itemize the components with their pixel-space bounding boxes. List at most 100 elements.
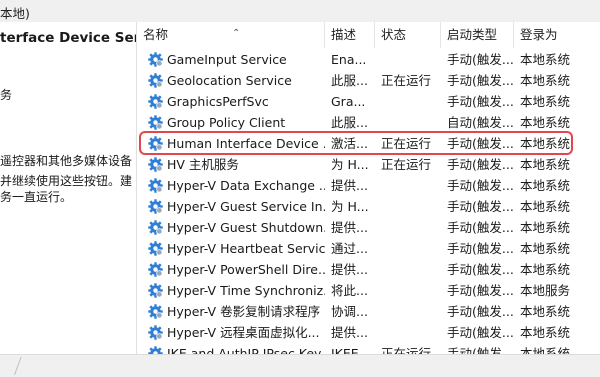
service-startup-type-text: 手动(触发... xyxy=(447,73,514,88)
service-startup-type-text: 手动(触发... xyxy=(447,199,514,214)
service-logon-as: 本地系统 xyxy=(514,343,600,354)
column-header-status[interactable]: 状态 xyxy=(375,22,441,48)
service-status xyxy=(375,280,441,301)
service-row[interactable]: Hyper-V Guest Shutdown... 提供... 手动(触发... 本地… xyxy=(137,217,600,238)
service-name-text: HV 主机服务 xyxy=(167,157,239,172)
service-row[interactable]: GraphicsPerfSvc Gra... 手动(触发... 本地系统 xyxy=(137,91,600,112)
service-logon-as: 本地系统 xyxy=(514,91,600,112)
service-row[interactable]: Group Policy Client 此服... 自动(触发... 本地系统 xyxy=(137,112,600,133)
gear-icon xyxy=(148,346,163,354)
service-logon-as: 本地系统 xyxy=(514,49,600,70)
service-name-text: Hyper-V Guest Service In... xyxy=(167,199,325,214)
service-row[interactable]: Hyper-V Data Exchange ... 提供... 手动(触发... 本地… xyxy=(137,175,600,196)
service-logon-as: 本地系统 xyxy=(514,322,600,343)
service-logon-as: 本地服务 xyxy=(514,280,600,301)
service-startup-type-text: 手动(触发... xyxy=(447,52,514,67)
service-logon-as-text: 本地系统 xyxy=(520,241,571,256)
service-startup-type-text: 手动(触发... xyxy=(447,94,514,109)
service-detail-panel: terface Device Service 务 遥控器和其他多媒体设备 并继续… xyxy=(0,22,171,354)
service-name-text: IKE and AuthIP IPsec Key... xyxy=(167,346,325,354)
service-startup-type-text: 手动(触发... xyxy=(447,325,514,340)
column-header-startup-type-label: 启动类型 xyxy=(447,27,498,42)
column-header-startup-type[interactable]: 启动类型 xyxy=(441,22,514,48)
service-row[interactable]: GameInput Service Ena... 手动(触发... 本地系统 xyxy=(137,49,600,70)
service-row[interactable]: Hyper-V 卷影复制请求程序 协调... 手动(触发... 本地系统 xyxy=(137,301,600,322)
service-row[interactable]: Hyper-V Guest Service In... 为 H... 手动(触发..… xyxy=(137,196,600,217)
service-logon-as: 本地系统 xyxy=(514,154,600,175)
service-startup-type: 手动(触发... xyxy=(441,70,514,91)
service-name-text: Hyper-V 卷影复制请求程序 xyxy=(167,304,321,319)
service-description-text: 为 H... xyxy=(331,199,369,214)
service-row[interactable]: IKE and AuthIP IPsec Key... IKEE... 正在运行 手动… xyxy=(137,343,600,354)
service-row[interactable]: Geolocation Service 此服... 正在运行 手动(触发... 本地系统 xyxy=(137,70,600,91)
service-logon-as-text: 本地系统 xyxy=(520,220,571,235)
column-header-name[interactable]: 名称 ⌃ xyxy=(137,22,325,48)
service-status: 正在运行 xyxy=(375,133,441,154)
service-name-text: Group Policy Client xyxy=(167,115,286,130)
service-startup-type-text: 手动(触发... xyxy=(447,220,514,235)
service-row[interactable]: Hyper-V Heartbeat Service 通过... 手动(触发... 本地… xyxy=(137,238,600,259)
service-row[interactable]: Hyper-V 远程桌面虚拟化... 提供... 手动(触发... 本地系统 xyxy=(137,322,600,343)
service-logon-as-text: 本地系统 xyxy=(520,136,571,151)
service-status xyxy=(375,238,441,259)
view-tab-extended[interactable] xyxy=(0,357,22,375)
window-titlebar: 本地) xyxy=(0,0,600,23)
service-startup-type: 手动(触发... xyxy=(441,238,514,259)
service-description: 协调... xyxy=(325,301,375,322)
service-name: Hyper-V Guest Service In... xyxy=(137,196,325,217)
service-description-text: 激活... xyxy=(331,136,368,151)
service-description: 提供... xyxy=(325,175,375,196)
service-logon-as-text: 本地系统 xyxy=(520,325,571,340)
service-description-text: 提供... xyxy=(331,178,368,193)
service-description-text: 此服... xyxy=(331,115,368,130)
service-description: 激活... xyxy=(325,133,375,154)
service-startup-type: 手动(触发... xyxy=(441,280,514,301)
service-row[interactable]: Hyper-V PowerShell Dire... 提供... 手动(触发... 本… xyxy=(137,259,600,280)
gear-icon xyxy=(148,199,163,214)
service-description-line-1: 遥控器和其他多媒体设备 xyxy=(0,154,133,168)
service-description: 为 H... xyxy=(325,196,375,217)
service-startup-type-text: 手动(触发... xyxy=(447,283,514,298)
column-header-logon-as[interactable]: 登录为 xyxy=(514,22,600,48)
gear-icon xyxy=(148,241,163,256)
service-description-text: Ena... xyxy=(331,52,367,67)
service-status-text: 正在运行 xyxy=(381,157,432,172)
service-name: Hyper-V 远程桌面虚拟化... xyxy=(137,322,325,343)
service-row[interactable]: HV 主机服务 为 H... 正在运行 手动(触发... 本地系统 xyxy=(137,154,600,175)
service-logon-as: 本地系统 xyxy=(514,301,600,322)
service-name: Hyper-V Time Synchroniz... xyxy=(137,280,325,301)
service-row[interactable]: Human Interface Device ... 激活... 正在运行 手动(触发… xyxy=(137,133,600,154)
service-description-line-3: 务一直运行。 xyxy=(0,190,73,204)
service-name-text: Hyper-V 远程桌面虚拟化... xyxy=(167,325,320,340)
service-status xyxy=(375,91,441,112)
service-row[interactable]: Hyper-V Time Synchroniz... 将此... 手动(触发... 本… xyxy=(137,280,600,301)
service-logon-as: 本地系统 xyxy=(514,175,600,196)
service-description: Gra... xyxy=(325,91,375,112)
service-description-text: 将此... xyxy=(331,283,368,298)
window-title: 本地) xyxy=(0,6,30,21)
service-name-text: GameInput Service xyxy=(167,52,287,67)
service-logon-as: 本地系统 xyxy=(514,70,600,91)
service-startup-type: 手动(触发... xyxy=(441,301,514,322)
service-name-text: Geolocation Service xyxy=(167,73,292,88)
column-header-description[interactable]: 描述 xyxy=(325,22,375,48)
service-description: IKEE... xyxy=(325,343,375,354)
service-logon-as-text: 本地系统 xyxy=(520,73,571,88)
service-startup-type: 手动(触发... xyxy=(441,154,514,175)
service-status xyxy=(375,196,441,217)
service-description-text: Gra... xyxy=(331,94,366,109)
service-name-text: Hyper-V Guest Shutdown... xyxy=(167,220,325,235)
service-startup-type: 手动(触发... xyxy=(441,196,514,217)
service-startup-type: 手动(触发... xyxy=(441,49,514,70)
service-logon-as: 本地系统 xyxy=(514,259,600,280)
service-name: GraphicsPerfSvc xyxy=(137,91,325,112)
service-name: Hyper-V 卷影复制请求程序 xyxy=(137,301,325,322)
service-logon-as-text: 本地系统 xyxy=(520,199,571,214)
sort-ascending-icon: ⌃ xyxy=(232,28,241,39)
service-description: 提供... xyxy=(325,259,375,280)
service-status-text: 正在运行 xyxy=(381,136,432,151)
gear-icon xyxy=(148,52,163,67)
service-description: 此服... xyxy=(325,70,375,91)
service-description: 提供... xyxy=(325,217,375,238)
service-status xyxy=(375,259,441,280)
